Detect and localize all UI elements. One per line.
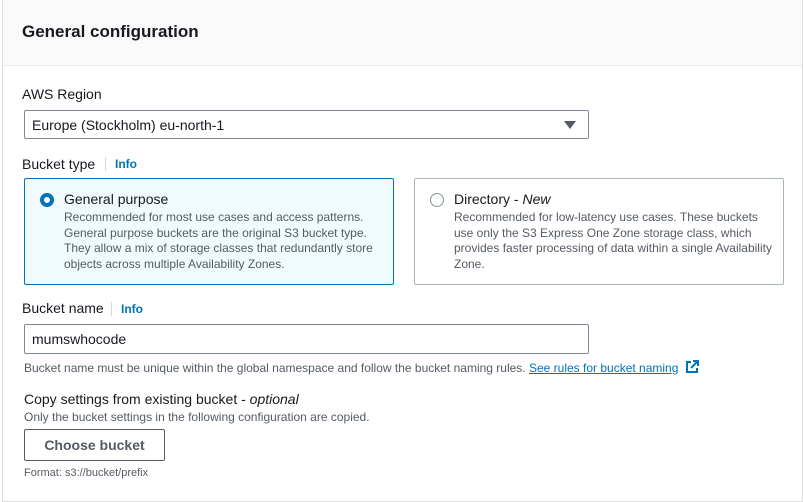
- copy-settings-label-text: Copy settings from existing bucket -: [24, 391, 250, 407]
- copy-settings-label: Copy settings from existing bucket - opt…: [24, 391, 299, 407]
- caret-down-icon: [564, 121, 576, 129]
- region-select[interactable]: Europe (Stockholm) eu-north-1: [24, 110, 589, 139]
- bucket-type-label: Bucket type: [22, 156, 96, 172]
- new-tag: New: [522, 191, 551, 207]
- general-configuration-panel: General configuration AWS Region Europe …: [2, 0, 803, 502]
- tile-title-directory-text: Directory -: [454, 191, 523, 207]
- region-label: AWS Region: [22, 86, 102, 102]
- external-link-icon[interactable]: [685, 360, 699, 374]
- bucket-name-label: Bucket name: [22, 300, 104, 316]
- bucket-name-input[interactable]: mumswhocode: [24, 324, 589, 354]
- bucket-name-input-value: mumswhocode: [32, 331, 127, 347]
- bucket-type-info-link[interactable]: Info: [105, 157, 137, 171]
- tile-description-directory: Recommended for low-latency use cases. T…: [454, 210, 772, 271]
- panel-title: General configuration: [22, 22, 199, 41]
- radio-selected-icon[interactable]: [40, 193, 54, 207]
- panel-header: General configuration: [3, 0, 802, 66]
- bucket-name-info-link[interactable]: Info: [111, 302, 143, 316]
- copy-settings-description: Only the bucket settings in the followin…: [24, 410, 370, 424]
- choose-bucket-button[interactable]: Choose bucket: [24, 429, 165, 461]
- bucket-name-hint: Bucket name must be unique within the gl…: [24, 360, 699, 375]
- radio-unselected-icon[interactable]: [430, 193, 444, 207]
- tile-title-general-purpose: General purpose: [64, 191, 169, 207]
- tile-description-general-purpose: Recommended for most use cases and acces…: [64, 210, 373, 271]
- bucket-name-hint-text: Bucket name must be unique within the gl…: [24, 361, 526, 375]
- bucket-type-directory-tile[interactable]: Directory - New Recommended for low-late…: [414, 178, 784, 285]
- tile-title-directory: Directory - New: [454, 191, 550, 207]
- bucket-format-hint: Format: s3://bucket/prefix: [24, 467, 149, 479]
- optional-tag: optional: [249, 391, 299, 407]
- bucket-type-general-purpose-tile[interactable]: General purpose Recommended for most use…: [24, 178, 394, 285]
- bucket-naming-rules-link[interactable]: See rules for bucket naming: [529, 361, 678, 375]
- region-select-value: Europe (Stockholm) eu-north-1: [32, 117, 225, 133]
